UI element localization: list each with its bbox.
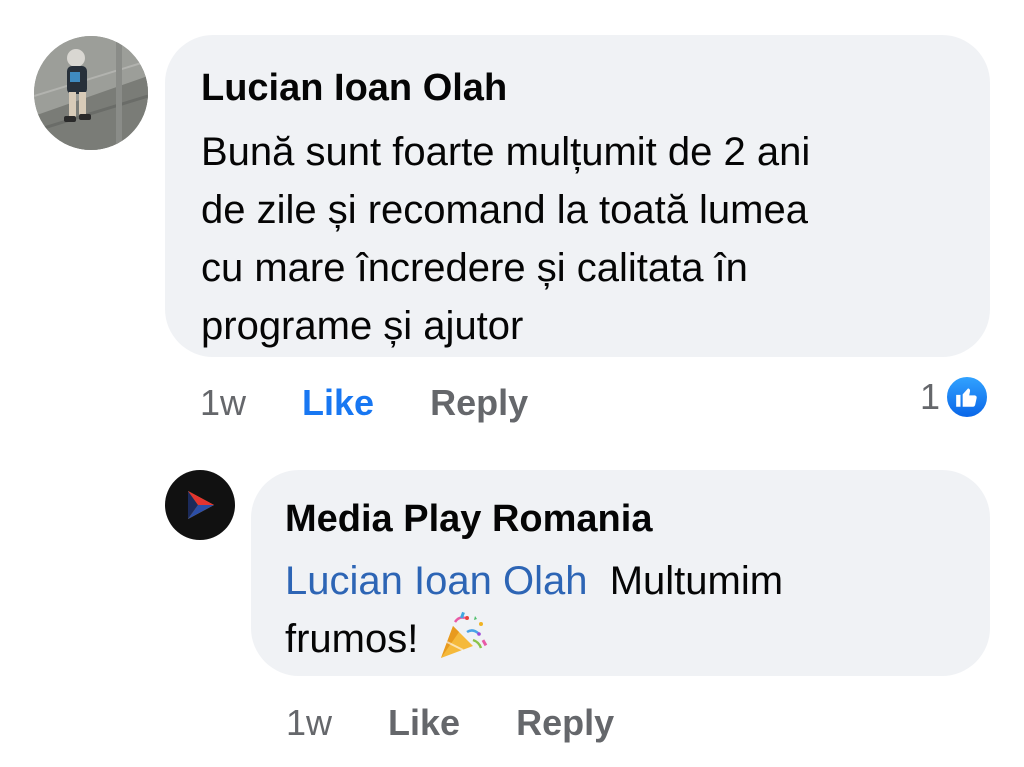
- reply-text-second: frumos!: [285, 617, 419, 661]
- comment-text: Bună sunt foarte mulțumit de 2 ani de zi…: [201, 123, 954, 355]
- comment-text-line: programe și ajutor: [201, 304, 524, 348]
- party-popper-icon: [437, 610, 489, 662]
- profile-photo-icon: [34, 36, 148, 150]
- comment-timestamp[interactable]: 1w: [200, 382, 246, 424]
- reply-text-line: Lucian Ioan Olah Multumim: [285, 552, 956, 610]
- mention-link[interactable]: Lucian Ioan Olah: [285, 559, 587, 603]
- commenter-avatar[interactable]: [34, 36, 148, 150]
- reply-actions: 1w Like Reply: [286, 698, 614, 748]
- comment-actions: 1w Like Reply: [200, 378, 528, 428]
- reply-like-button[interactable]: Like: [388, 702, 460, 744]
- comment-like-button[interactable]: Like: [302, 382, 374, 424]
- comment-thread: Lucian Ioan Olah Bună sunt foarte mulțum…: [0, 0, 1024, 767]
- comment-bubble: Lucian Ioan Olah Bună sunt foarte mulțum…: [165, 35, 990, 357]
- reply-text: Lucian Ioan Olah Multumim frumos!: [285, 552, 956, 668]
- reply-text-line: frumos!: [285, 610, 956, 668]
- comment-text-line: cu mare încredere și calitata în: [201, 246, 748, 290]
- reply-timestamp[interactable]: 1w: [286, 702, 332, 744]
- reaction-count: 1: [919, 376, 940, 417]
- reply-bubble: Media Play Romania Lucian Ioan Olah Mult…: [251, 470, 990, 676]
- page-avatar[interactable]: [165, 470, 235, 540]
- reply-author-name[interactable]: Media Play Romania: [285, 496, 956, 542]
- reply-text-first: Multumim: [609, 559, 784, 603]
- thumbs-up-icon: [944, 374, 990, 420]
- reaction-summary[interactable]: 1: [920, 372, 990, 422]
- commenter-name[interactable]: Lucian Ioan Olah: [201, 65, 954, 111]
- media-play-logo-icon: [188, 491, 214, 519]
- reply-reply-button[interactable]: Reply: [516, 702, 614, 744]
- comment-text-line: Bună sunt foarte mulțumit de 2 ani: [201, 130, 811, 174]
- comment-reply-button[interactable]: Reply: [430, 382, 528, 424]
- comment-text-line: de zile și recomand la toată lumea: [201, 188, 808, 232]
